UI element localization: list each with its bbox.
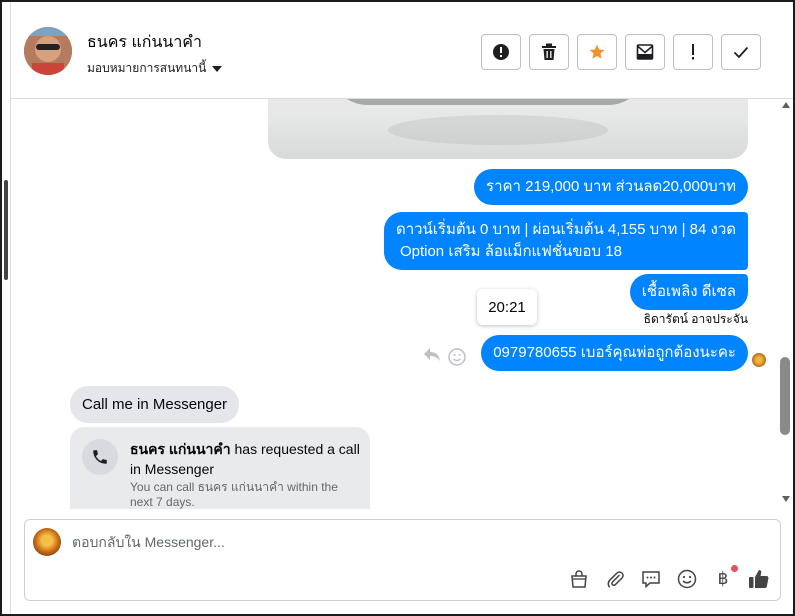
- payment-baht-icon[interactable]: ฿: [712, 565, 738, 590]
- follow-up-button[interactable]: [673, 34, 713, 70]
- caller-name: ธนคร แก่นนาคำ: [130, 441, 231, 457]
- message-line: Option เสริม ล้อแม็กแฟชั่นขอบ 18: [399, 243, 622, 260]
- mail-icon: [636, 44, 654, 60]
- avatar[interactable]: [24, 27, 72, 75]
- like-thumb-icon[interactable]: [748, 568, 770, 590]
- phone-icon: [82, 439, 118, 475]
- mark-spam-button[interactable]: [481, 34, 521, 70]
- trash-icon: [542, 43, 556, 60]
- alert-circle-icon: [493, 44, 509, 60]
- assign-conversation[interactable]: มอบหมายการสนทนานี้: [87, 59, 223, 78]
- call-request-description: You can call ธนคร แก่นนาคำ within the ne…: [130, 480, 338, 509]
- check-icon: [733, 46, 749, 59]
- reply-icon[interactable]: [423, 347, 441, 368]
- shop-bag-icon[interactable]: [568, 568, 590, 590]
- shared-photo[interactable]: [268, 99, 748, 159]
- scrollbar-thumb[interactable]: [780, 357, 790, 435]
- reply-composer: ฿: [24, 519, 781, 601]
- timestamp-tooltip: 20:21: [477, 289, 537, 325]
- reply-input[interactable]: [72, 534, 672, 550]
- header-actions: [481, 34, 761, 70]
- message-line: ดาวน์เริ่มต้น 0 บาท | ผ่อนเริ่มต้น 4,155…: [395, 221, 736, 238]
- sender-name: ธิดารัตน์ อาจประจัน: [643, 312, 748, 326]
- page-avatar: [33, 528, 61, 556]
- chevron-down-icon: [212, 65, 223, 72]
- exclamation-icon: [692, 44, 694, 60]
- attach-icon[interactable]: [604, 568, 626, 590]
- outgoing-message[interactable]: เชื้อเพลิง ดีเซล: [629, 274, 748, 310]
- emoji-icon[interactable]: [676, 568, 698, 590]
- assign-label: มอบหมายการสนทนานี้: [87, 61, 207, 75]
- outgoing-message[interactable]: 0979780655 เบอร์คุณพ่อถูกต้องนะคะ: [481, 335, 748, 371]
- notification-dot: [731, 565, 738, 572]
- call-request-card[interactable]: ธนคร แก่นนาคำ has requested a call in Me…: [70, 427, 370, 509]
- outgoing-message[interactable]: ราคา 219,000 บาท ส่วนลด20,000บาท: [474, 169, 748, 205]
- mark-unread-button[interactable]: [625, 34, 665, 70]
- conversation-window: ธนคร แก่นนาคำ มอบหมายการสนทนานี้ ราคา 21…: [0, 0, 795, 616]
- resize-handle[interactable]: [4, 180, 8, 280]
- incoming-message[interactable]: Call me in Messenger: [70, 386, 240, 423]
- outgoing-message[interactable]: ดาวน์เริ่มต้น 0 บาท | ผ่อนเริ่มต้น 4,155…: [383, 212, 748, 270]
- contact-name[interactable]: ธนคร แก่นนาคำ: [87, 30, 202, 55]
- conversation-header: ธนคร แก่นนาคำ มอบหมายการสนทนานี้: [11, 2, 793, 99]
- done-button[interactable]: [721, 34, 761, 70]
- saved-replies-icon[interactable]: [640, 568, 662, 590]
- scroll-down-arrow[interactable]: [782, 496, 790, 502]
- seen-avatar: [752, 353, 766, 367]
- message-thread[interactable]: ราคา 219,000 บาท ส่วนลด20,000บาท ดาวน์เร…: [11, 99, 781, 509]
- react-emoji-icon[interactable]: [448, 348, 466, 371]
- call-request-title: ธนคร แก่นนาคำ has requested a call in Me…: [130, 439, 360, 479]
- composer-toolbar: ฿: [568, 565, 770, 590]
- star-icon: [589, 44, 605, 59]
- avatar-image: [24, 27, 72, 75]
- delete-button[interactable]: [529, 34, 569, 70]
- star-button[interactable]: [577, 34, 617, 70]
- scroll-up-arrow[interactable]: [782, 102, 790, 108]
